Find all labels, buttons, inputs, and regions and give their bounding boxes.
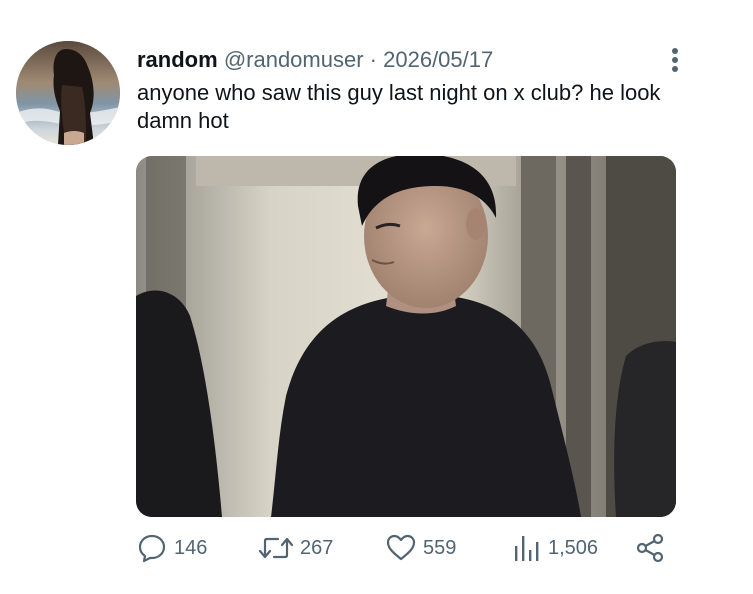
avatar[interactable]: [16, 41, 120, 145]
like-button[interactable]: 559: [385, 528, 456, 568]
tweet-actions: 146 267 559 1,506: [0, 528, 753, 568]
tweet-date[interactable]: 2026/05/17: [383, 47, 493, 72]
tweet-media[interactable]: [136, 156, 676, 517]
retweet-icon: [258, 532, 294, 564]
views-chart-icon: [512, 532, 542, 564]
more-options-icon[interactable]: [664, 46, 686, 74]
tweet-text: anyone who saw this guy last night on x …: [137, 80, 661, 133]
avatar-image: [16, 41, 120, 145]
display-name[interactable]: random: [137, 47, 218, 72]
views-button[interactable]: 1,506: [512, 528, 598, 568]
reply-count: 146: [174, 536, 208, 559]
retweet-button[interactable]: 267: [258, 528, 333, 568]
retweet-count: 267: [300, 536, 334, 559]
reply-icon: [136, 532, 168, 564]
tweet-header: random @randomuser · 2026/05/17: [137, 46, 493, 74]
heart-icon: [385, 532, 417, 564]
user-handle[interactable]: @randomuser: [224, 47, 364, 72]
separator-dot: ·: [369, 47, 377, 72]
views-count: 1,506: [548, 536, 599, 559]
photo-attachment: [136, 156, 676, 517]
share-button[interactable]: [634, 528, 666, 568]
share-icon: [634, 532, 666, 564]
reply-button[interactable]: 146: [136, 528, 207, 568]
like-count: 559: [423, 536, 457, 559]
